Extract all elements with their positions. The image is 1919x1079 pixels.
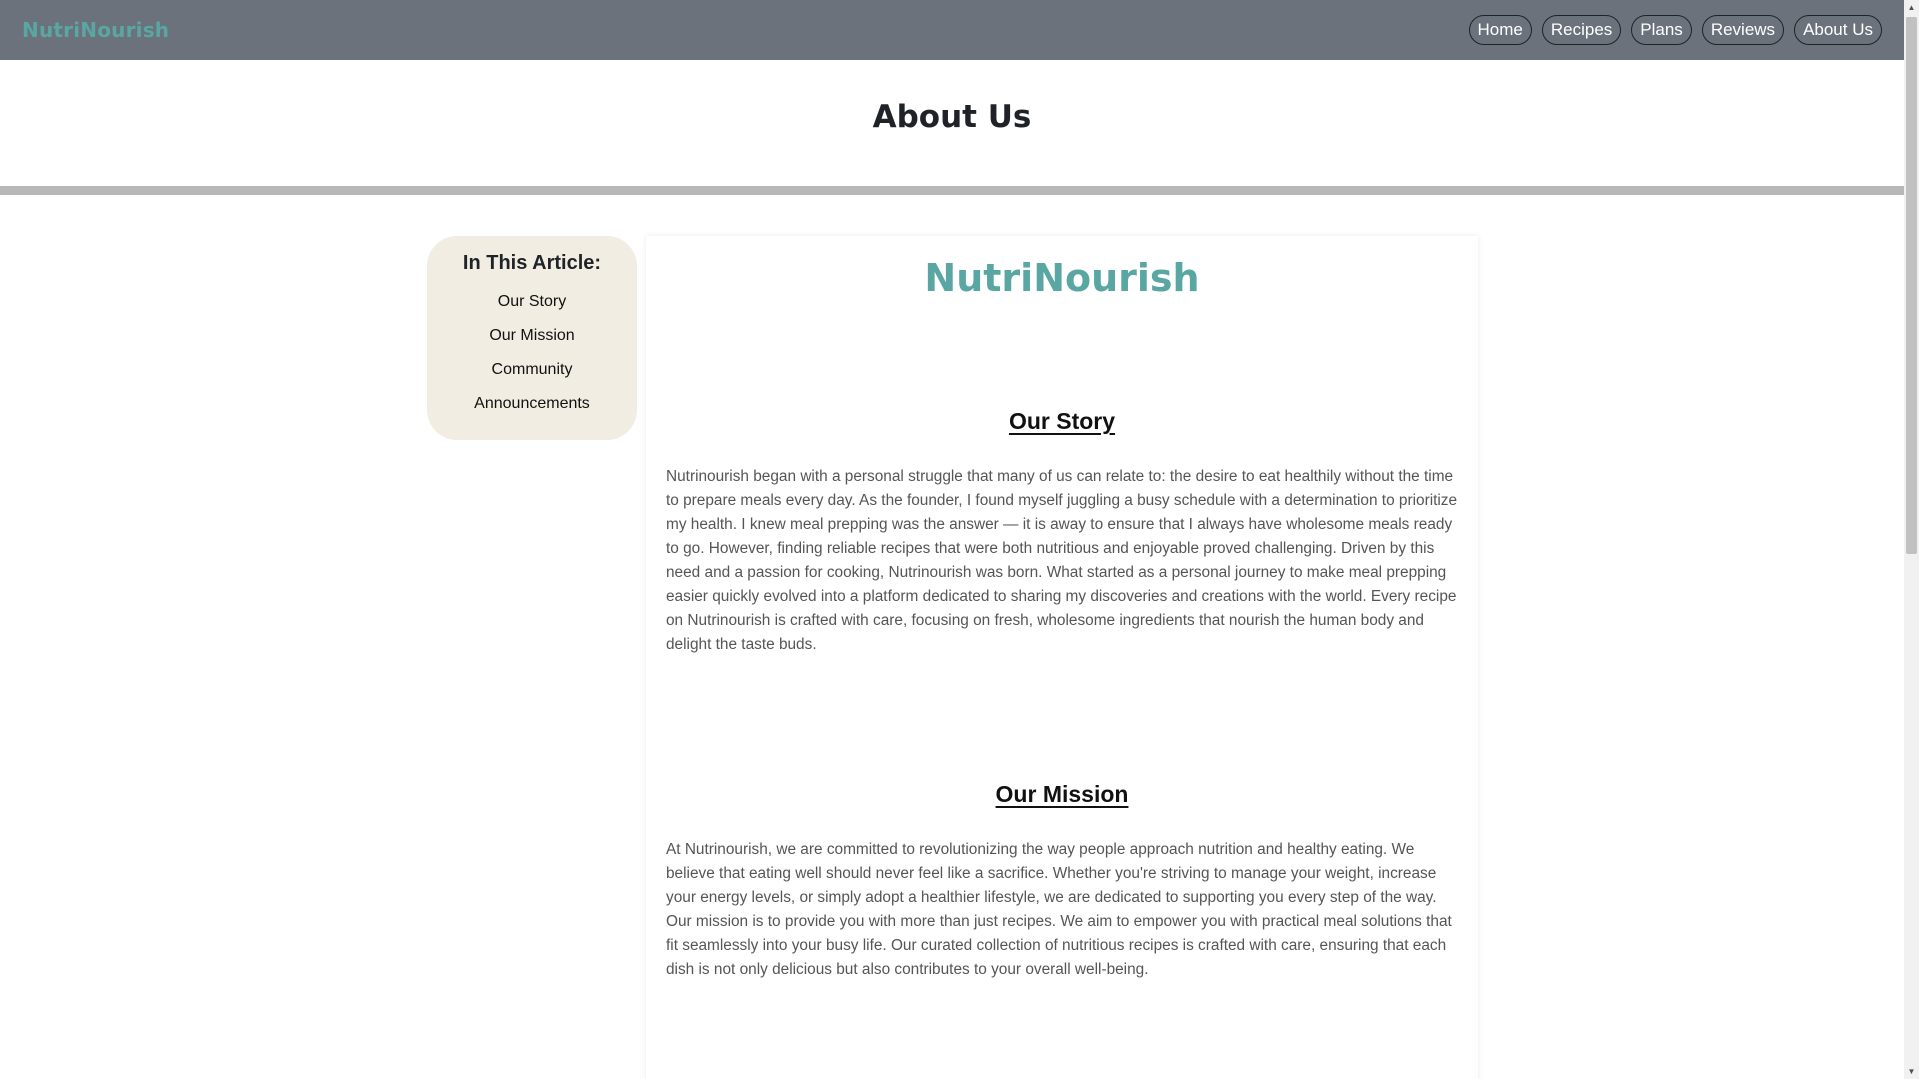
article-brand-title: NutriNourish [924,256,1200,300]
toc-item-community[interactable]: Community [492,353,573,387]
top-navbar: NutriNourish Home Recipes Plans Reviews … [0,0,1904,60]
section-our-story: Our Story Nutrinourish began with a pers… [666,408,1458,657]
section-body: At Nutrinourish, we are committed to rev… [666,841,1452,978]
nav-link-reviews[interactable]: Reviews [1701,15,1785,45]
nav-link-about-us[interactable]: About Us [1794,15,1882,45]
section-our-mission: Our Mission At Nutrinourish, we are comm… [666,781,1458,982]
section-body: Nutrinourish began with a personal strug… [666,468,1458,653]
brand-logo[interactable]: NutriNourish [22,18,169,42]
table-of-contents: In This Article: Our Story Our Mission C… [427,236,637,440]
nav-link-home[interactable]: Home [1468,15,1532,45]
section-title: Our Mission [995,781,1129,807]
toc-item-our-story[interactable]: Our Story [498,285,566,319]
header-divider [0,186,1904,195]
nav-link-plans[interactable]: Plans [1631,15,1692,45]
nav-links: Home Recipes Plans Reviews About Us [1468,15,1882,45]
nav-link-recipes[interactable]: Recipes [1541,15,1622,45]
page-title: About Us [872,99,1032,135]
scrollbar-thumb[interactable] [1906,17,1917,554]
page: NutriNourish Home Recipes Plans Reviews … [0,0,1919,1079]
toc-heading: In This Article: [462,252,602,274]
page-header: About Us [0,60,1904,186]
section-title: Our Story [1008,408,1116,434]
toc-item-announcements[interactable]: Announcements [474,387,590,421]
scroll-up-icon[interactable]: ▲ [1904,0,1919,15]
scroll-down-icon[interactable]: ▼ [1904,1064,1919,1079]
toc-item-our-mission[interactable]: Our Mission [489,319,574,353]
article-card: NutriNourish Our Story Nutrinourish bega… [646,236,1478,1079]
vertical-scrollbar[interactable]: ▲ ▼ [1904,0,1919,1079]
